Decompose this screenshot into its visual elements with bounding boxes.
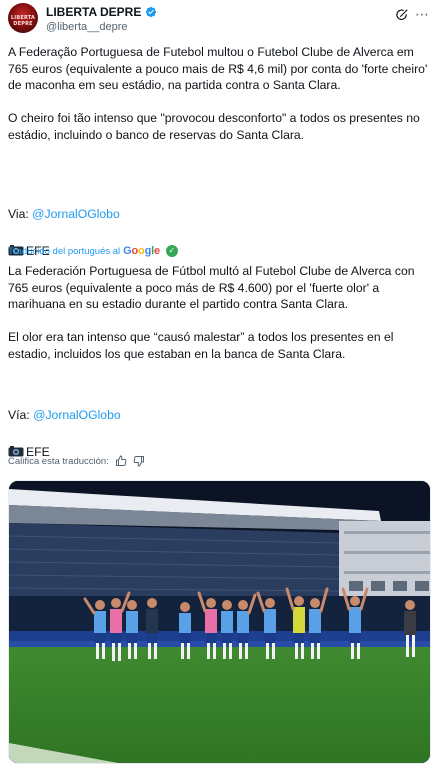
display-name[interactable]: LIBERTA DEPRE bbox=[46, 5, 141, 19]
rate-label: Califica esta traducción: bbox=[8, 455, 109, 467]
original-via-line: Via: @JornalOGlobo bbox=[8, 189, 433, 222]
via-prefix: Via: bbox=[8, 206, 33, 221]
verified-badge-icon bbox=[146, 6, 157, 18]
mention-link[interactable]: @JornalOGlobo bbox=[33, 408, 121, 422]
author-name-row[interactable]: LIBERTA DEPRE bbox=[46, 5, 157, 19]
original-tweet-text: A Federação Portuguesa de Futebol multou… bbox=[8, 45, 428, 142]
match-photo[interactable] bbox=[8, 480, 431, 764]
translation-label-text: Traducido del portugués al bbox=[8, 245, 121, 257]
check-icon: ✓ bbox=[165, 245, 178, 257]
translated-via-line: Vía: @JornalOGlobo bbox=[8, 390, 433, 423]
more-options-icon[interactable]: ⋯ bbox=[415, 7, 429, 21]
avatar-logo-text: LIBERTA DEPRE bbox=[10, 15, 36, 27]
tweet: LIBERTA DEPRE LIBERTA DEPRE @liberta__de… bbox=[0, 0, 439, 767]
translation-label: Traducido del portugués al Google ✓ bbox=[8, 245, 178, 257]
via-prefix: Vía: bbox=[8, 407, 34, 422]
stadium-scene bbox=[9, 481, 430, 763]
thumbs-up-icon[interactable] bbox=[115, 455, 127, 467]
thumbs-down-icon[interactable] bbox=[133, 455, 145, 467]
google-logo: Google bbox=[123, 245, 160, 257]
handle[interactable]: @liberta__depre bbox=[46, 21, 128, 33]
tweet-header: LIBERTA DEPRE LIBERTA DEPRE @liberta__de… bbox=[8, 3, 431, 37]
mention-link[interactable]: @JornalOGlobo bbox=[32, 207, 120, 221]
avatar[interactable]: LIBERTA DEPRE bbox=[8, 3, 38, 33]
translated-text: La Federación Portuguesa de Fútbol multó… bbox=[8, 264, 415, 361]
grok-icon[interactable] bbox=[395, 8, 409, 22]
rate-translation-row: Califica esta traducción: bbox=[8, 455, 145, 467]
